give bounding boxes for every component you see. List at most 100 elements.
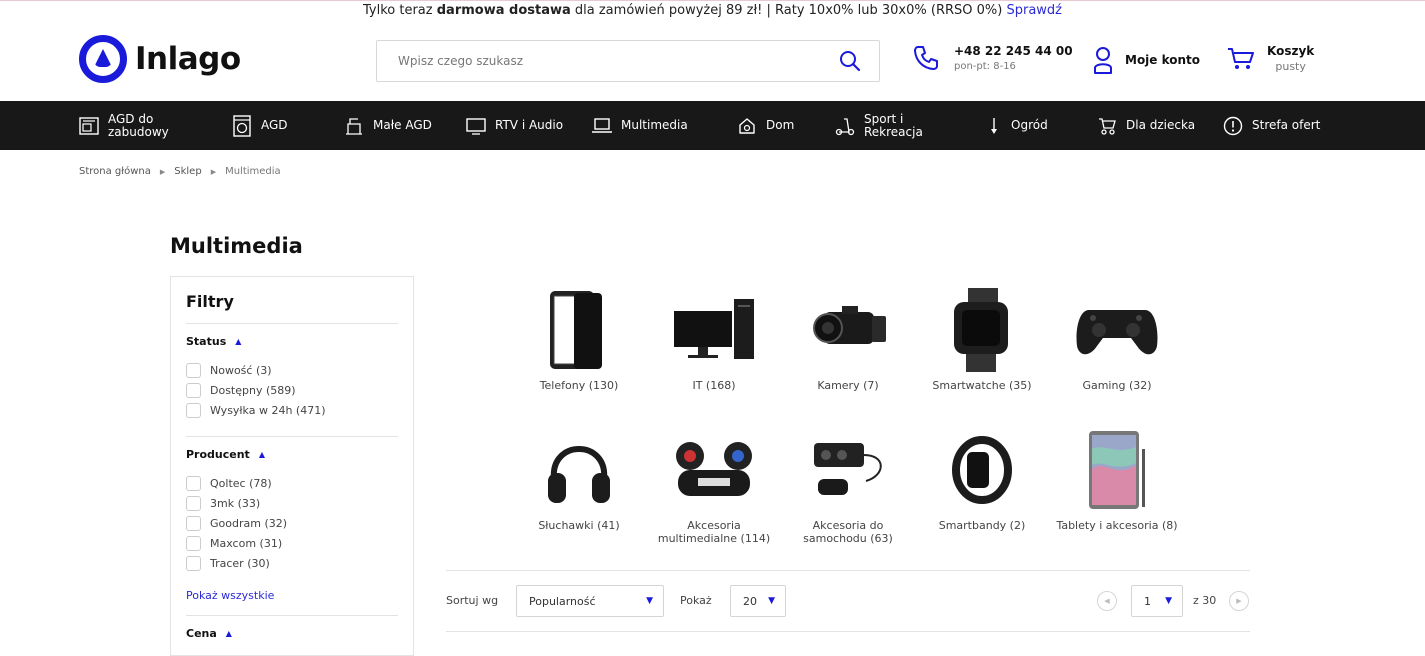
checkbox[interactable] xyxy=(186,383,201,398)
promo-text-prefix: Tylko teraz xyxy=(363,3,437,18)
filter-option-qoltec[interactable]: Qoltec (78) xyxy=(186,476,272,491)
option-label: 3mk (33) xyxy=(210,497,261,510)
nav-label: Sport i Rekreacja xyxy=(864,111,923,139)
previous-page-button[interactable]: ◀ xyxy=(1097,591,1117,611)
breadcrumb-item-shop[interactable]: Sklep xyxy=(174,166,201,177)
cart-link[interactable]: Koszyk pusty xyxy=(1227,44,1314,73)
promo-text-bold: darmowa dostawa xyxy=(436,3,571,18)
nav-item-male-agd[interactable]: Małe AGD xyxy=(344,101,432,150)
contact-phone[interactable]: +48 22 245 44 00 pon-pt: 8-16 xyxy=(912,44,1073,72)
filter-option-new[interactable]: Nowość (3) xyxy=(186,363,272,378)
checkbox[interactable] xyxy=(186,403,201,418)
per-page-value: 20 xyxy=(743,594,757,608)
breadcrumb-item-home[interactable]: Strona główna xyxy=(79,166,151,177)
filter-option-available[interactable]: Dostępny (589) xyxy=(186,383,296,398)
washing-machine-icon xyxy=(233,114,251,137)
nav-item-dom[interactable]: Dom xyxy=(737,101,794,150)
category-tile-smartbands[interactable]: Smartbandy (2) xyxy=(917,427,1047,532)
nav-label: Dom xyxy=(766,118,795,132)
divider xyxy=(186,323,398,324)
filters-title: Filtry xyxy=(186,292,234,311)
phone-icon xyxy=(914,46,938,70)
checkbox[interactable] xyxy=(186,496,201,511)
garden-tool-icon xyxy=(991,117,997,134)
nav-item-agd-do-zabudowy[interactable]: AGD do zabudowy xyxy=(79,101,189,150)
option-label: Wysyłka w 24h (471) xyxy=(210,404,326,417)
promo-check-link[interactable]: Sprawdź xyxy=(1006,3,1062,18)
tv-icon xyxy=(466,117,486,135)
category-tile-gaming[interactable]: Gaming (32) xyxy=(1052,287,1182,392)
option-label: Goodram (32) xyxy=(210,517,288,530)
category-label: IT (168) xyxy=(692,379,736,392)
nav-label: Ogród xyxy=(1011,118,1048,132)
page-select[interactable]: 1 ▼ xyxy=(1131,585,1183,617)
breadcrumb-separator-icon: ▶ xyxy=(159,167,166,176)
small-appliance-icon xyxy=(346,117,362,135)
option-label: Tracer (30) xyxy=(210,557,270,570)
promo-text-middle: dla zamówień powyżej 89 zł! | Raty 10x0%… xyxy=(570,3,1007,18)
scooter-icon xyxy=(835,117,855,135)
search-input[interactable] xyxy=(377,41,817,81)
stroller-icon xyxy=(1099,117,1116,135)
category-tile-cameras[interactable]: Kamery (7) xyxy=(783,287,913,392)
category-tile-car-accessories[interactable]: Akcesoria do samochodu (63) xyxy=(783,427,913,545)
my-account-link[interactable]: Moje konto xyxy=(1093,46,1200,74)
filter-option-tracer[interactable]: Tracer (30) xyxy=(186,556,270,571)
checkbox[interactable] xyxy=(186,476,201,491)
category-tile-tablets[interactable]: Tablety i akcesoria (8) xyxy=(1052,427,1182,532)
smartband-icon xyxy=(917,427,1047,513)
filter-producer-heading[interactable]: Producent ▲ xyxy=(186,448,265,461)
per-page-select[interactable]: 20 ▼ xyxy=(730,585,786,617)
checkbox[interactable] xyxy=(186,556,201,571)
filter-status-heading[interactable]: Status ▲ xyxy=(186,335,241,348)
phone-number: +48 22 245 44 00 xyxy=(954,44,1073,58)
page-value: 1 xyxy=(1144,594,1151,608)
category-tile-headphones[interactable]: Słuchawki (41) xyxy=(514,427,644,532)
search-icon[interactable] xyxy=(839,50,861,72)
computer-monitor-icon xyxy=(649,287,779,373)
logo[interactable]: Inlago xyxy=(79,35,241,83)
main-navigation: AGD do zabudowy AGD Małe AGD RTV i Audio… xyxy=(0,101,1425,150)
filter-heading-label: Cena xyxy=(186,627,217,640)
chevron-left-icon: ◀ xyxy=(1104,597,1110,605)
filter-option-3mk[interactable]: 3mk (33) xyxy=(186,496,260,511)
nav-item-strefa-ofert[interactable]: Strefa ofert xyxy=(1223,101,1320,150)
smartphone-icon xyxy=(514,287,644,373)
category-tile-smartwatches[interactable]: Smartwatche (35) xyxy=(917,287,1047,392)
next-page-button[interactable]: ▶ xyxy=(1229,591,1249,611)
nav-item-sport-i-rekreacja[interactable]: Sport i Rekreacja xyxy=(835,101,935,150)
headphones-icon xyxy=(514,427,644,513)
tablet-icon xyxy=(1052,427,1182,513)
checkbox[interactable] xyxy=(186,536,201,551)
cart-icon xyxy=(1228,47,1254,69)
category-label: Akcesoria do samochodu (63) xyxy=(803,519,893,545)
nav-item-dla-dziecka[interactable]: Dla dziecka xyxy=(1097,101,1195,150)
sort-select[interactable]: Popularność ▼ xyxy=(516,585,664,617)
nav-item-agd[interactable]: AGD xyxy=(232,101,288,150)
checkbox[interactable] xyxy=(186,363,201,378)
show-all-producers-link[interactable]: Pokaż wszystkie xyxy=(186,589,274,602)
filter-price-heading[interactable]: Cena ▲ xyxy=(186,627,232,640)
category-tile-multimedia-accessories[interactable]: Akcesoria multimedialne (114) xyxy=(649,427,779,545)
account-label: Moje konto xyxy=(1125,53,1201,67)
nav-item-ogrod[interactable]: Ogród xyxy=(986,101,1048,150)
option-label: Dostępny (589) xyxy=(210,384,296,397)
nav-label: Dla dziecka xyxy=(1126,118,1196,132)
category-label: Telefony (130) xyxy=(539,379,619,392)
filter-heading-label: Producent xyxy=(186,448,250,461)
filter-option-shipping-24h[interactable]: Wysyłka w 24h (471) xyxy=(186,403,326,418)
laptop-icon xyxy=(592,117,612,133)
nav-item-rtv-i-audio[interactable]: RTV i Audio xyxy=(466,101,563,150)
category-tile-phones[interactable]: Telefony (130) xyxy=(514,287,644,392)
checkbox[interactable] xyxy=(186,516,201,531)
nav-label: Małe AGD xyxy=(373,118,432,132)
promo-bar: Tylko teraz darmowa dostawa dla zamówień… xyxy=(0,0,1425,22)
filter-option-maxcom[interactable]: Maxcom (31) xyxy=(186,536,282,551)
option-label: Maxcom (31) xyxy=(210,537,283,550)
category-tile-it[interactable]: IT (168) xyxy=(649,287,779,392)
filter-option-goodram[interactable]: Goodram (32) xyxy=(186,516,287,531)
user-icon xyxy=(1094,47,1112,74)
collapse-arrow-icon: ▲ xyxy=(258,450,265,459)
nav-item-multimedia[interactable]: Multimedia xyxy=(592,101,688,150)
collapse-arrow-icon: ▲ xyxy=(225,629,232,638)
